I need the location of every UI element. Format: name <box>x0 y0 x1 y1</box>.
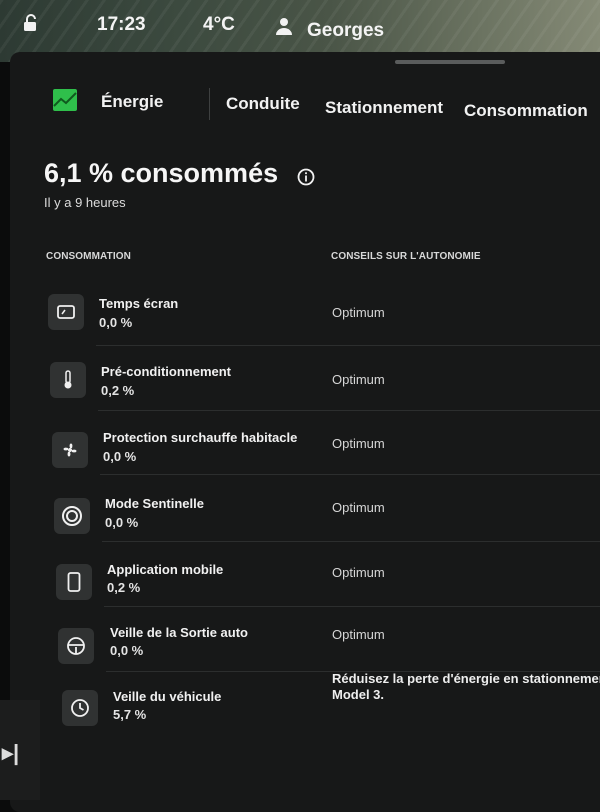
row-divider <box>100 474 600 475</box>
list-item: Veille du véhicule 5,7 % Réduisez la per… <box>0 671 600 736</box>
row-tip: Optimum <box>332 305 385 320</box>
column-header-consumption: CONSOMMATION <box>46 251 131 262</box>
row-value: 0,2 % <box>107 580 141 595</box>
row-divider <box>96 345 600 346</box>
tab-energie[interactable]: Énergie <box>101 92 163 112</box>
list-item: Veille de la Sortie auto 0,0 % Optimum <box>0 610 600 672</box>
row-divider <box>98 410 600 411</box>
side-panel-edge: ▸| <box>2 740 20 765</box>
row-name: Temps écran <box>99 296 179 311</box>
clock-icon <box>62 690 98 726</box>
time-ago: Il y a 9 heures <box>44 195 126 210</box>
row-tip: Optimum <box>332 372 385 387</box>
row-tip-line-1: Réduisez la perte d'énergie en stationne… <box>332 671 600 686</box>
row-name: Veille du véhicule <box>113 689 222 704</box>
steering-wheel-icon <box>58 628 94 664</box>
row-value: 0,0 % <box>110 643 144 658</box>
row-name: Veille de la Sortie auto <box>110 625 248 640</box>
thermometer-icon <box>50 362 86 398</box>
info-icon[interactable] <box>297 168 315 186</box>
row-divider <box>102 541 600 542</box>
row-tip: Optimum <box>332 436 385 451</box>
row-name: Protection surchauffe habitacle <box>103 430 298 445</box>
energy-chart-icon <box>53 89 77 111</box>
list-item: Protection surchauffe habitacle 0,0 % Op… <box>0 416 600 478</box>
list-item: Mode Sentinelle 0,0 % Optimum <box>0 480 600 542</box>
row-tip-line-2: Model 3. <box>332 687 385 702</box>
user-icon[interactable] <box>276 17 292 35</box>
row-value: 0,0 % <box>103 449 137 464</box>
tab-conduite[interactable]: Conduite <box>226 94 300 114</box>
row-tip: Réduisez la perte d'énergie en stationne… <box>332 671 600 703</box>
row-value: 0,0 % <box>99 315 133 330</box>
consumption-title: 6,1 % consommés <box>44 158 279 188</box>
panel-drag-handle[interactable] <box>395 60 505 64</box>
tab-divider <box>209 88 210 120</box>
row-tip: Optimum <box>332 627 385 642</box>
tab-stationnement[interactable]: Stationnement <box>325 98 443 118</box>
phone-icon <box>56 564 92 600</box>
list-item: Pré-conditionnement 0,2 % Optimum <box>0 350 600 412</box>
row-divider <box>104 606 600 607</box>
column-header-tips: CONSEILS SUR L'AUTONOMIE <box>331 251 481 262</box>
row-value: 0,2 % <box>101 383 135 398</box>
user-name[interactable]: Georges <box>307 20 384 42</box>
row-name: Mode Sentinelle <box>105 496 204 511</box>
list-item: Temps écran 0,0 % Optimum <box>0 282 600 344</box>
list-item: Application mobile 0,2 % Optimum <box>0 545 600 607</box>
outside-temperature: 4°C <box>203 14 235 35</box>
clock-time: 17:23 <box>97 14 146 35</box>
row-tip: Optimum <box>332 565 385 580</box>
fan-icon <box>52 432 88 468</box>
tab-consommation[interactable]: Consommation <box>464 101 588 121</box>
row-value: 0,0 % <box>105 515 139 530</box>
lock-icon[interactable] <box>22 14 40 32</box>
row-tip: Optimum <box>332 500 385 515</box>
sentry-icon <box>54 498 90 534</box>
screen-icon <box>48 294 84 330</box>
row-value: 5,7 % <box>113 707 147 722</box>
row-name: Pré-conditionnement <box>101 364 232 379</box>
row-name: Application mobile <box>107 562 224 577</box>
